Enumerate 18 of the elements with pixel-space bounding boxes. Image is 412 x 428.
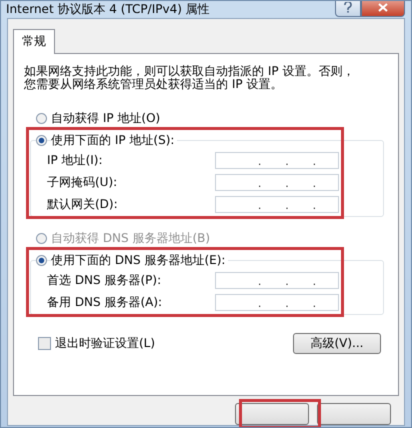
window-title: Internet 协议版本 4 (TCP/IPv4) 属性	[6, 1, 211, 18]
field-label: 备用 DNS 服务器(A):	[47, 294, 162, 311]
field-label: 首选 DNS 服务器(P):	[47, 272, 162, 289]
radio-option[interactable]: 自动获得 IP 地址(O)	[24, 109, 384, 127]
description-text: 如果网络支持此功能，则可以获取自动指派的 IP 设置。否则，您需要从网络系统管理员处获得适当的 IP 设置。	[24, 65, 356, 91]
field-label: IP 地址(I):	[47, 152, 103, 169]
advanced-button[interactable]: 高级(V)...	[293, 333, 381, 354]
ip-address-field[interactable]: . . .	[215, 152, 339, 169]
ip-address-field[interactable]: . . .	[215, 294, 339, 311]
field-label: 默认网关(D):	[47, 196, 118, 213]
ip-address-field[interactable]: . . .	[215, 272, 339, 289]
ip-address-field[interactable]: . . .	[215, 196, 339, 213]
field-label: 子网掩码(U):	[47, 174, 118, 191]
radio-option[interactable]: 使用下面的 IP 地址(S):	[24, 131, 384, 149]
validate-checkbox[interactable]: 退出时验证设置(L)	[38, 334, 156, 352]
ip-address-field[interactable]: . . .	[215, 174, 339, 191]
radio-option[interactable]: 使用下面的 DNS 服务器地址(E):	[24, 251, 384, 269]
tab[interactable]: 常规	[13, 29, 55, 54]
